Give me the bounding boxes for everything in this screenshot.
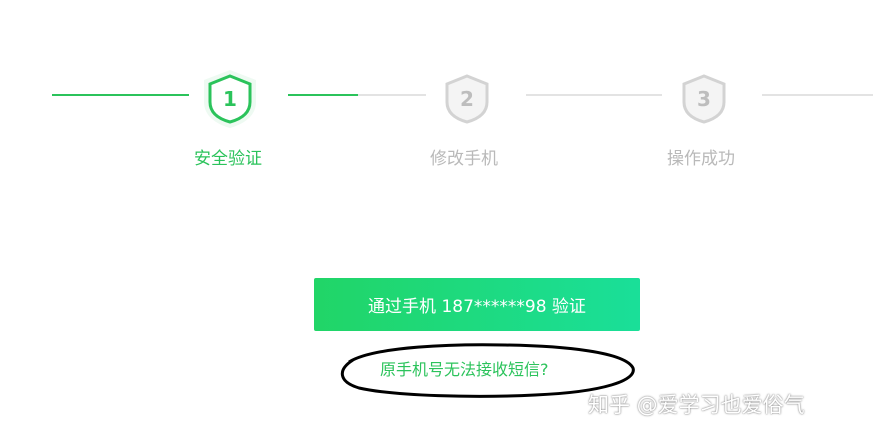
step-2-label: 修改手机 (430, 149, 498, 169)
watermark-text: 知乎 @爱学习也爱俗气 (588, 393, 805, 417)
step-1-shield-icon: 1 (204, 70, 256, 128)
step-3-shield-icon: 3 (682, 74, 726, 124)
progress-line-completed (52, 94, 189, 96)
progress-line-pending (762, 94, 873, 96)
step-1-number: 1 (223, 87, 237, 111)
progress-line-pending (358, 94, 426, 96)
step-3-label: 操作成功 (667, 149, 735, 169)
phone-unavailable-link[interactable]: 原手机号无法接收短信? (380, 356, 549, 380)
verify-by-phone-button[interactable]: 通过手机 187******98 验证 (314, 278, 640, 331)
step-3-number: 3 (697, 87, 711, 111)
step-2-shield-icon: 2 (445, 74, 489, 124)
step-1-label: 安全验证 (194, 149, 262, 169)
progress-line-pending (526, 94, 662, 96)
step-2-number: 2 (460, 87, 474, 111)
progress-line-completed (288, 94, 358, 96)
